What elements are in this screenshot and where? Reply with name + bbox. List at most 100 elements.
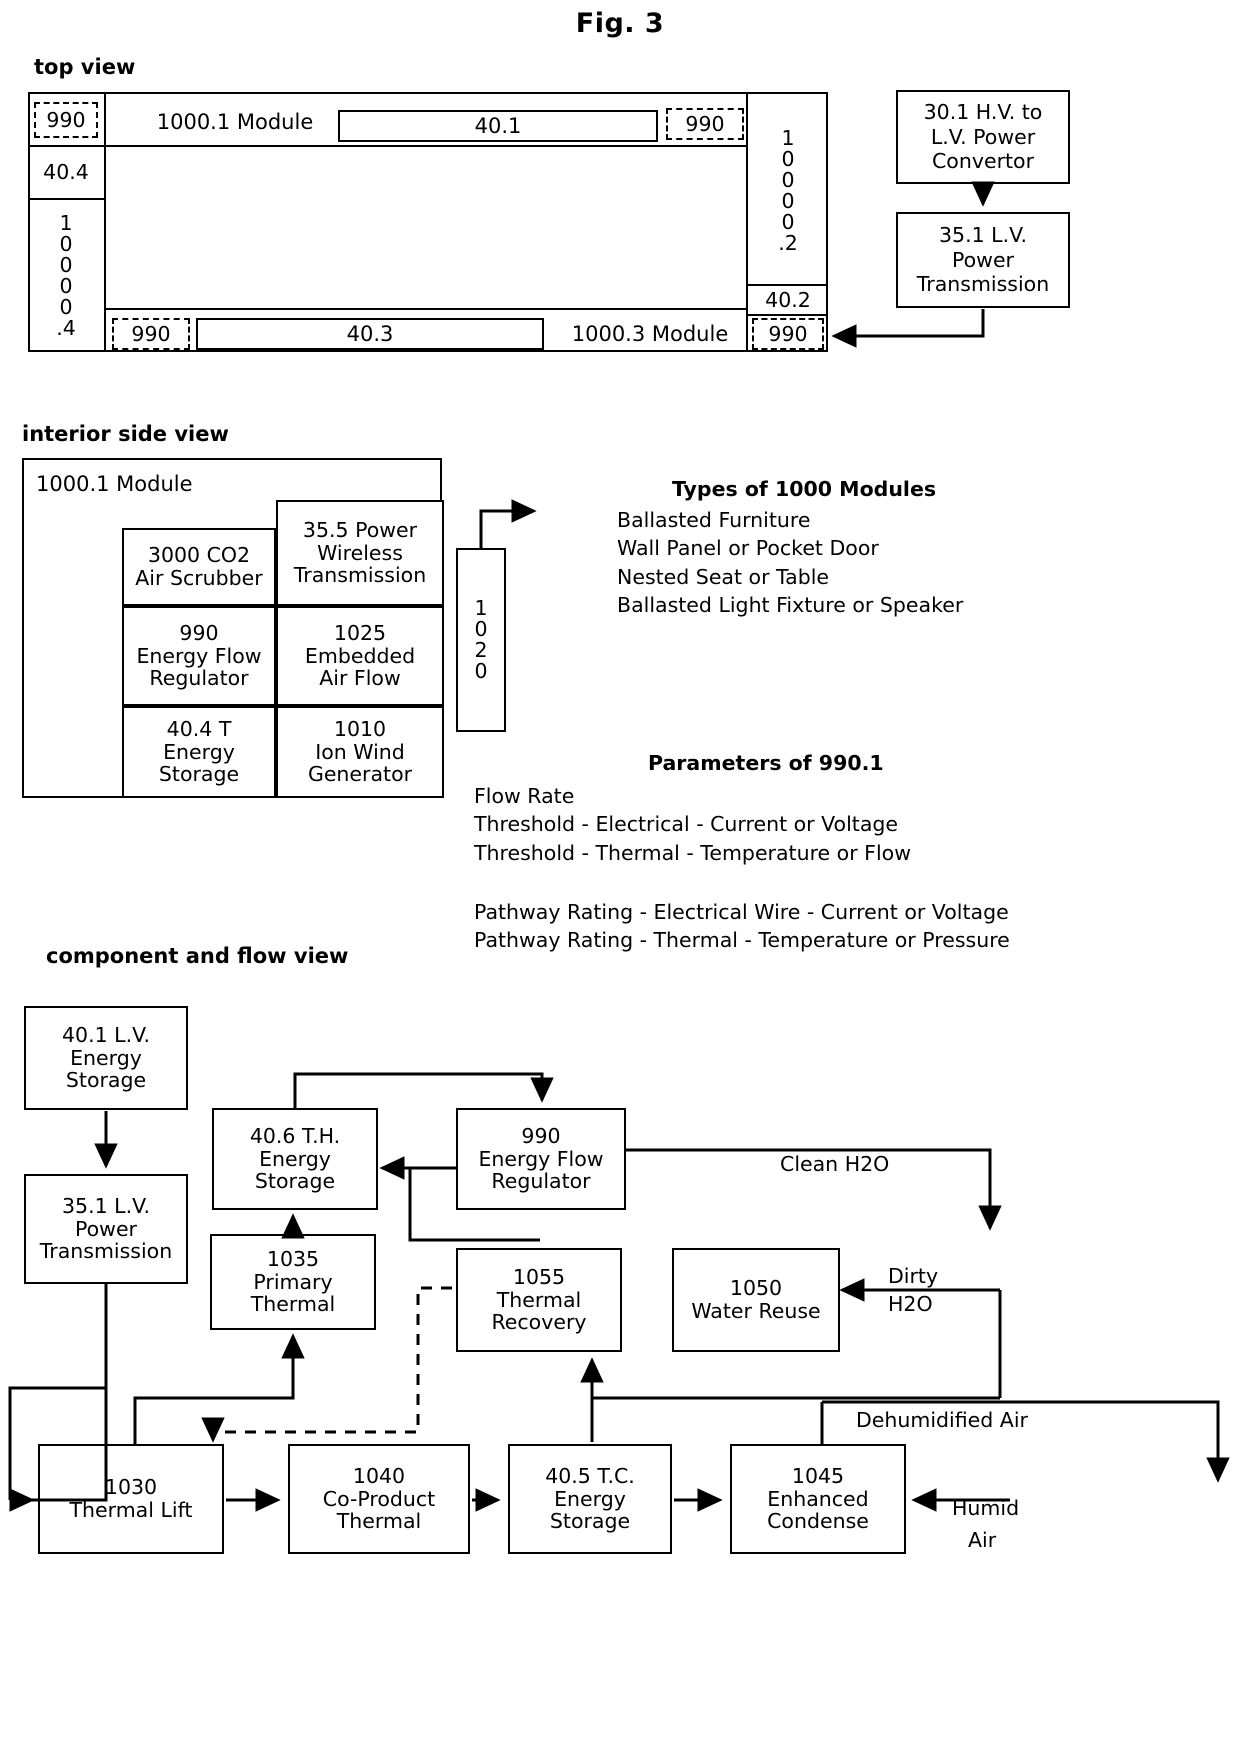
- module-type-item-1: Wall Panel or Pocket Door: [617, 536, 879, 561]
- line-1020-out: [479, 509, 516, 548]
- n1040-line-2: Thermal: [336, 1509, 422, 1534]
- top-view-regulator-990-left: 990: [34, 102, 98, 138]
- n401-line-0: 40.1 L.V.: [62, 1022, 150, 1047]
- n405-line-2: Storage: [549, 1509, 631, 1534]
- right-vid-char-2: 0: [781, 168, 795, 193]
- top-view-right-sep-2: [746, 314, 828, 316]
- conn-char-2: 2: [474, 638, 488, 662]
- n406-line-2: Storage: [254, 1169, 336, 1194]
- parameter-item-0: Flow Rate: [474, 784, 575, 808]
- line-40-6-to-990-top: [293, 1072, 544, 1108]
- n405-line-0: 40.5 T.C.: [545, 1463, 635, 1488]
- flow-node-1040-co-product-thermal: 1040 Co-Product Thermal: [288, 1444, 470, 1554]
- n1050-line-1: Water Reuse: [691, 1299, 821, 1323]
- module-type-item-2: Nested Seat or Table: [617, 564, 830, 589]
- line-1030-to-1035: [133, 1340, 295, 1444]
- n401-line-2: Storage: [65, 1068, 147, 1093]
- top-view-left-sep-1: [28, 145, 104, 147]
- n990-line-2: Regulator: [491, 1169, 591, 1194]
- top-view-module-1000-3-label: 1000.3 Module: [571, 321, 729, 346]
- n990-line-1: Energy Flow: [478, 1146, 604, 1171]
- flow-view-label: component and flow view: [46, 944, 349, 968]
- top-view-label: top view: [34, 55, 136, 79]
- converter-30-1-box: 30.1 H.V. to L.V. Power Convertor: [896, 90, 1070, 184]
- top-view-band-sep-bottom: [106, 308, 746, 310]
- flow-node-35-1-lv-power-transmission: 35.1 L.V. Power Transmission: [24, 1174, 188, 1284]
- flow-label-dirty-h2o-line-2: H2O: [888, 1292, 933, 1316]
- n351-line-1: Power: [75, 1216, 137, 1241]
- interior-cell-embedded-air-flow: 1025 Embedded Air Flow: [276, 606, 444, 706]
- left-vid-char-4: 0: [59, 294, 73, 319]
- n406-line-0: 40.6 T.H.: [249, 1123, 341, 1148]
- cell-wireless-line-0: 35.5 Power: [302, 517, 418, 542]
- top-view-module-1000-1-label: 1000.1 Module: [156, 109, 314, 134]
- interior-cell-energy-flow-regulator: 990 Energy Flow Regulator: [122, 606, 276, 706]
- flow-node-40-1-lv-energy-storage: 40.1 L.V. Energy Storage: [24, 1006, 188, 1110]
- right-vid-char-4: 0: [781, 209, 795, 234]
- conn-char-0: 1: [474, 596, 488, 621]
- flow-node-990-energy-flow-regulator: 990 Energy Flow Regulator: [456, 1108, 626, 1210]
- flow-node-40-5-tc-energy-storage: 40.5 T.C. Energy Storage: [508, 1444, 672, 1554]
- n401-line-1: Energy: [70, 1045, 142, 1070]
- right-vid-char-1: 0: [781, 147, 795, 172]
- flow-label-dehumidified-air: Dehumidified Air: [856, 1408, 1028, 1432]
- module-types-heading: Types of 1000 Modules: [672, 477, 937, 501]
- right-vid-char-0: 1: [781, 126, 795, 151]
- top-view-left-vertical-id: 1 0 0 0 0 .4: [28, 202, 104, 350]
- n1045-line-0: 1045: [791, 1463, 845, 1488]
- module-type-item-0: Ballasted Furniture: [617, 508, 811, 532]
- interior-cell-wireless-power: 35.5 Power Wireless Transmission: [276, 500, 444, 606]
- converter-line-1: L.V. Power: [930, 124, 1036, 149]
- conn-char-3: 0: [474, 658, 488, 683]
- top-view-bus-40-3: 40.3: [196, 318, 544, 350]
- module-types-list: Ballasted Furniture Wall Panel or Pocket…: [617, 506, 963, 619]
- n1055-line-1: Thermal: [496, 1287, 582, 1312]
- line-transmission-to-top-view: [852, 309, 985, 338]
- figure-title: Fig. 3: [575, 8, 665, 40]
- flow-label-clean-h2o: Clean H2O: [780, 1152, 890, 1176]
- conn-char-1: 0: [474, 617, 488, 642]
- interior-module-label: 1000.1 Module: [36, 472, 193, 496]
- cell-tes-line-2: Storage: [158, 762, 240, 787]
- line-into-1055-bottom: [590, 1396, 660, 1442]
- cell-co2-line-1: Air Scrubber: [135, 566, 263, 590]
- n1045-line-1: Enhanced: [767, 1486, 869, 1511]
- top-view-right-vertical-id: 1 0 0 0 0 .2: [748, 100, 828, 282]
- interior-cell-ion-wind-generator: 1010 Ion Wind Generator: [276, 706, 444, 798]
- flow-label-humid-air-line-1: Humid: [952, 1496, 1020, 1520]
- top-view-left-sep-2: [28, 198, 104, 200]
- n351-line-0: 35.1 L.V.: [62, 1193, 150, 1218]
- left-vid-char-5: .4: [56, 315, 76, 340]
- flow-node-1055-thermal-recovery: 1055 Thermal Recovery: [456, 1248, 622, 1352]
- flow-label-dirty-h2o-line-1: Dirty: [888, 1264, 939, 1288]
- top-view-band-sep-top: [106, 145, 746, 147]
- parameters-heading: Parameters of 990.1: [648, 751, 884, 775]
- n1030-line-0: 1030: [104, 1475, 158, 1500]
- transmission-line-0: 35.1 L.V.: [939, 222, 1027, 247]
- cell-wireless-line-2: Transmission: [293, 563, 427, 588]
- n1040-line-0: 1040: [352, 1463, 406, 1488]
- parameters-group-two: Pathway Rating - Electrical Wire - Curre…: [474, 898, 1010, 955]
- interior-connector-1020: 1 0 2 0: [456, 548, 506, 732]
- cell-tes-line-0: 40.4 T: [166, 716, 232, 741]
- transmission-line-1: Power: [952, 247, 1014, 272]
- right-vid-char-5: .2: [778, 230, 798, 255]
- pathway-item-0: Pathway Rating - Electrical Wire - Curre…: [474, 900, 1009, 924]
- n1055-line-0: 1055: [512, 1264, 566, 1289]
- n406-line-1: Energy: [259, 1146, 331, 1171]
- cell-eaf-line-0: 1025: [333, 620, 387, 645]
- cell-iwg-line-2: Generator: [307, 762, 413, 787]
- n1035-line-0: 1035: [266, 1246, 320, 1271]
- n1040-line-1: Co-Product: [322, 1486, 436, 1511]
- n1045-line-2: Condense: [767, 1509, 869, 1534]
- cell-iwg-line-0: 1010: [333, 716, 387, 741]
- flow-node-1045-enhanced-condense: 1045 Enhanced Condense: [730, 1444, 906, 1554]
- top-view-left-divider: [104, 92, 106, 352]
- cell-efr-line-1: Energy Flow: [136, 643, 262, 668]
- left-vid-char-2: 0: [59, 253, 73, 278]
- flow-node-1050-water-reuse: 1050 Water Reuse: [672, 1248, 840, 1352]
- converter-line-2: Convertor: [931, 149, 1035, 174]
- top-view-storage-40-2: 40.2: [765, 287, 811, 312]
- parameter-item-1: Threshold - Electrical - Current or Volt…: [474, 812, 899, 837]
- flow-node-40-6-th-energy-storage: 40.6 T.H. Energy Storage: [212, 1108, 378, 1210]
